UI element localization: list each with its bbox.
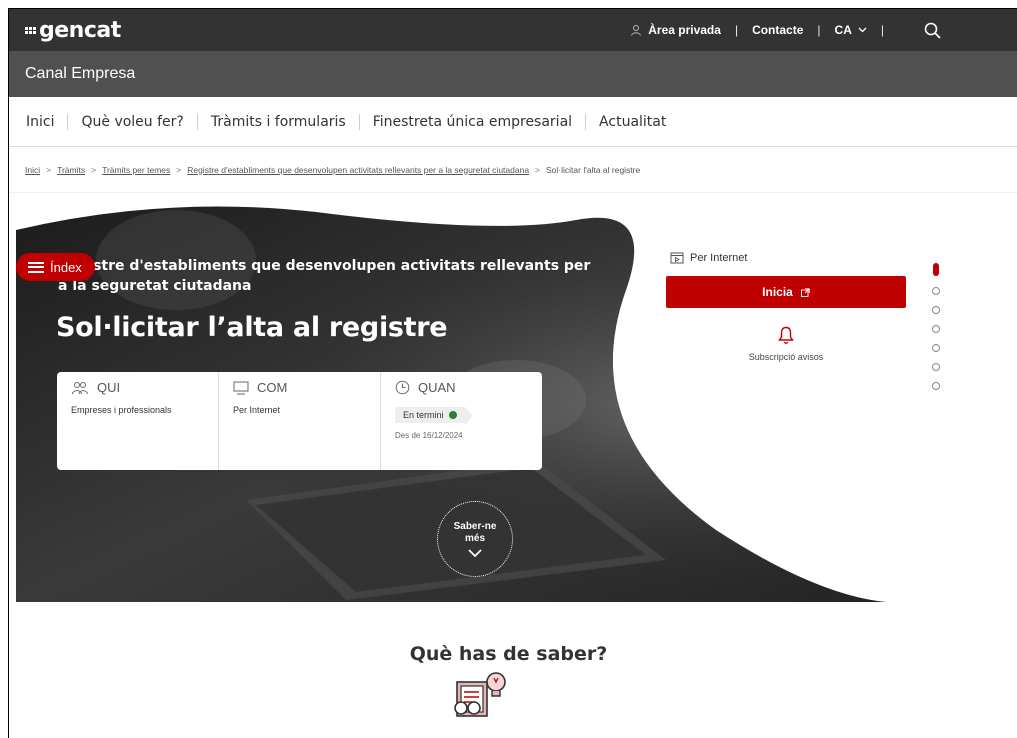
page-title: Sol·licitar l’alta al registre <box>56 312 448 343</box>
nav-item-finestreta[interactable]: Finestreta única empresarial <box>373 114 572 130</box>
card-quan: QUAN En termini Des de 16/12/2024 <box>380 372 542 470</box>
hero-subtitle: Registre d'establiments que desenvolupen… <box>58 258 591 294</box>
qui-label: QUI <box>97 380 121 395</box>
chevron-down-icon <box>468 548 482 557</box>
nav-divider <box>67 113 69 130</box>
monitor-icon <box>233 381 249 394</box>
logo-dots-icon <box>25 26 36 34</box>
breadcrumb-current: Sol·licitar l'alta al registre <box>546 164 641 175</box>
breadcrumb-separator: > <box>91 164 97 175</box>
breadcrumb-separator: > <box>46 164 52 175</box>
nav-item-actualitat[interactable]: Actualitat <box>599 114 666 130</box>
section-dot[interactable] <box>932 363 940 371</box>
private-area-label: Àrea privada <box>648 23 721 37</box>
subscribe-link[interactable]: Subscripció avisos <box>666 352 906 362</box>
web-channel-icon <box>670 252 684 264</box>
nav-divider <box>196 113 198 130</box>
section-dot[interactable] <box>932 344 940 352</box>
index-label: Índex <box>50 259 82 275</box>
status-label: En termini <box>403 410 444 420</box>
nav-item-inici[interactable]: Inici <box>26 114 54 130</box>
language-selector[interactable]: CA <box>835 23 867 37</box>
contact-link[interactable]: Contacte <box>752 23 803 37</box>
site-title[interactable]: Canal Empresa <box>25 65 135 83</box>
index-button[interactable]: Índex <box>16 253 95 281</box>
quan-label: QUAN <box>418 380 456 395</box>
status-badge: En termini <box>395 407 472 425</box>
section-dot-active[interactable] <box>933 263 939 276</box>
breadcrumb-link[interactable]: Tràmits <box>57 165 85 175</box>
section-dot[interactable] <box>932 382 940 390</box>
start-button-label: Inicia <box>762 285 793 299</box>
status-dot-icon <box>448 411 457 419</box>
external-link-icon <box>800 287 810 297</box>
breadcrumb-separator: > <box>176 164 182 175</box>
section-title: Què has de saber? <box>409 643 608 665</box>
section-dot[interactable] <box>932 325 940 333</box>
nav-item-que-voleu-fer[interactable]: Què voleu fer? <box>81 114 183 130</box>
qui-value: Empreses i professionals <box>71 405 172 415</box>
private-area-link[interactable]: Àrea privada <box>630 23 721 37</box>
site-title-bar: Canal Empresa <box>9 51 1017 97</box>
section-dot[interactable] <box>932 306 940 314</box>
book-lightbulb-icon <box>454 672 506 717</box>
search-icon[interactable] <box>924 22 941 39</box>
breadcrumb-separator: > <box>535 164 541 175</box>
breadcrumb-link[interactable]: Tràmits per temes <box>102 165 170 175</box>
com-label: COM <box>257 380 288 395</box>
chevron-down-icon <box>858 27 867 33</box>
breadcrumb-link[interactable]: Registre d'establiments que desenvolupen… <box>187 165 529 175</box>
nav-item-tramits[interactable]: Tràmits i formularis <box>211 114 346 130</box>
section-dot[interactable] <box>932 287 940 295</box>
gencat-logo[interactable]: gencat <box>25 18 121 43</box>
bell-icon[interactable] <box>778 326 794 345</box>
nav-divider <box>358 113 360 130</box>
main-nav: Inici Què voleu fer? Tràmits i formulari… <box>9 97 1017 147</box>
learn-more-button[interactable]: Saber-ne més <box>437 501 513 577</box>
card-qui: QUI Empreses i professionals <box>57 372 218 470</box>
channel-label: Per Internet <box>690 252 748 264</box>
menu-icon <box>28 261 44 273</box>
section-dots-nav <box>932 263 940 390</box>
top-bar: gencat Àrea privada | Contacte | CA | <box>9 9 1017 51</box>
breadcrumb: Inici > Tràmits > Tràmits per temes > Re… <box>9 147 1017 193</box>
summary-card: QUI Empreses i professionals COM Per Int… <box>57 372 542 470</box>
learn-more-line2: més <box>464 532 485 544</box>
nav-divider <box>585 113 587 130</box>
people-icon <box>72 381 88 394</box>
quan-date: Des de 16/12/2024 <box>395 431 463 440</box>
language-label: CA <box>834 23 852 37</box>
channel-info: Per Internet <box>670 252 747 264</box>
user-icon <box>631 25 642 36</box>
breadcrumb-link[interactable]: Inici <box>25 165 40 175</box>
logo-text: gencat <box>39 17 121 43</box>
learn-more-line1: Saber-ne <box>453 520 497 532</box>
com-value: Per Internet <box>233 405 281 415</box>
card-com: COM Per Internet <box>218 372 380 470</box>
start-button[interactable]: Inicia <box>666 276 906 308</box>
clock-icon <box>395 380 410 395</box>
